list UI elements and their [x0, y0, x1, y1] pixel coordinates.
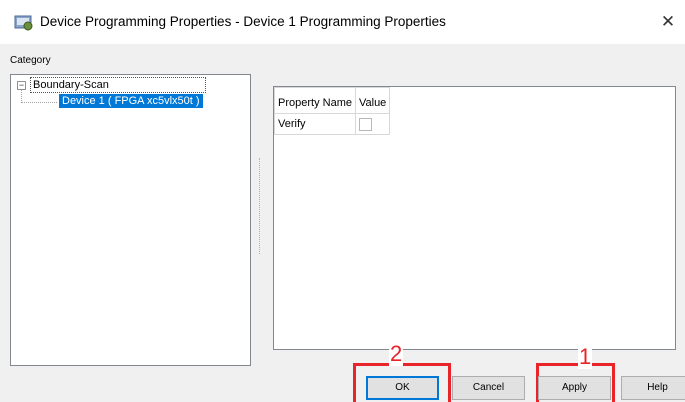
- property-header-row: Property Name Value: [274, 87, 391, 114]
- category-label: Category: [10, 55, 51, 66]
- cancel-button[interactable]: Cancel: [452, 376, 525, 400]
- title-bar: Device Programming Properties - Device 1…: [0, 0, 685, 44]
- window-title: Device Programming Properties - Device 1…: [40, 14, 446, 29]
- column-header-value: Value: [354, 87, 391, 114]
- apply-button[interactable]: Apply: [538, 376, 611, 400]
- close-icon: ✕: [660, 12, 676, 31]
- property-value-verify: [354, 113, 391, 135]
- step-number-ok: 2: [389, 341, 404, 366]
- tree-item-device-1[interactable]: Device 1 ( FPGA xc5vlx50t ): [59, 94, 203, 108]
- device-programming-icon: [14, 15, 33, 31]
- property-name-verify: Verify: [274, 113, 356, 135]
- help-button[interactable]: Help: [621, 376, 685, 400]
- category-tree[interactable]: − Boundary-Scan Device 1 ( FPGA xc5vlx50…: [10, 74, 251, 366]
- table-row: Verify: [274, 113, 391, 135]
- column-header-property-name: Property Name: [274, 87, 356, 114]
- tree-item-boundary-scan[interactable]: Boundary-Scan: [30, 77, 206, 93]
- panel-splitter[interactable]: [259, 158, 260, 254]
- collapse-icon[interactable]: −: [17, 81, 26, 90]
- property-table: Property Name Value Verify: [274, 87, 391, 135]
- verify-checkbox[interactable]: [358, 117, 372, 131]
- property-grid: Property Name Value Verify: [273, 86, 676, 350]
- close-button[interactable]: ✕: [651, 0, 685, 44]
- tree-connector-horizontal: [21, 102, 57, 103]
- step-number-apply: 1: [578, 344, 593, 369]
- ok-button[interactable]: OK: [366, 376, 439, 400]
